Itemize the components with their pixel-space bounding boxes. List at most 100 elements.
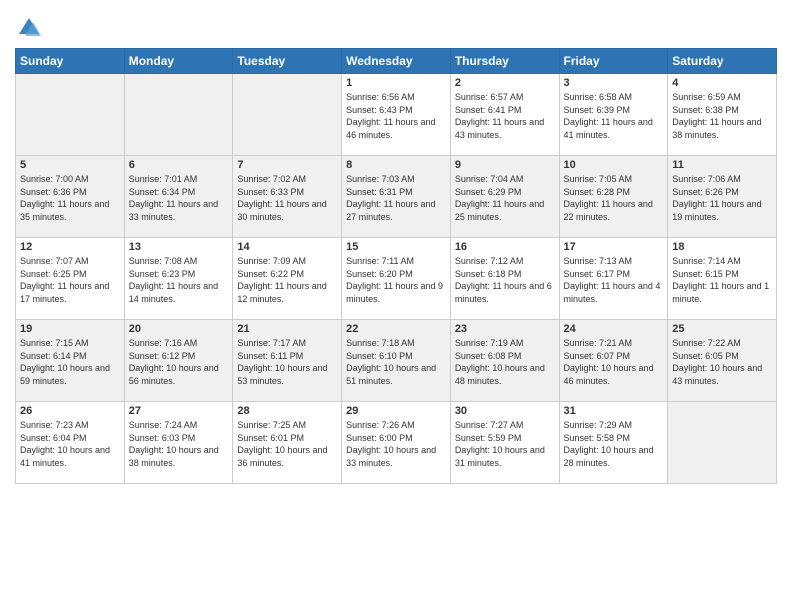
calendar-week-2: 5 Sunrise: 7:00 AM Sunset: 6:36 PM Daylig… — [16, 156, 777, 238]
calendar-cell: 21Sunrise: 7:17 AM Sunset: 6:11 PM Dayli… — [233, 320, 342, 402]
day-info: Sunrise: 6:56 AM Sunset: 6:43 PM Dayligh… — [346, 91, 446, 141]
header — [15, 10, 777, 42]
day-info: Sunrise: 7:00 AM Sunset: 6:36 PM Dayligh… — [20, 173, 120, 223]
calendar-cell: 6 Sunrise: 7:01 AM Sunset: 6:34 PM Daylig… — [124, 156, 233, 238]
day-number: 27 — [129, 405, 229, 417]
day-info: Sunrise: 7:25 AM Sunset: 6:01 PM Dayligh… — [237, 419, 337, 469]
day-number: 26 — [20, 405, 120, 417]
day-info: Sunrise: 7:03 AM Sunset: 6:31 PM Dayligh… — [346, 173, 446, 223]
day-number: 9 — [455, 159, 555, 171]
calendar-cell: 23Sunrise: 7:19 AM Sunset: 6:08 PM Dayli… — [450, 320, 559, 402]
calendar-cell: 7 Sunrise: 7:02 AM Sunset: 6:33 PM Daylig… — [233, 156, 342, 238]
calendar-cell: 28Sunrise: 7:25 AM Sunset: 6:01 PM Dayli… — [233, 402, 342, 484]
day-number: 3 — [564, 77, 664, 89]
calendar-week-5: 26 Sunrise: 7:23 AM Sunset: 6:04 PM Dayli… — [16, 402, 777, 484]
day-info: Sunrise: 7:09 AM Sunset: 6:22 PM Dayligh… — [237, 255, 337, 305]
calendar-cell: 17 Sunrise: 7:13 AM Sunset: 6:17 PM Dayli… — [559, 238, 668, 320]
calendar-week-3: 12 Sunrise: 7:07 AM Sunset: 6:25 PM Dayli… — [16, 238, 777, 320]
calendar-cell: 22Sunrise: 7:18 AM Sunset: 6:10 PM Dayli… — [342, 320, 451, 402]
day-number: 5 — [20, 159, 120, 171]
day-number: 19 — [20, 323, 120, 335]
calendar-cell: 11 Sunrise: 7:06 AM Sunset: 6:26 PM Dayli… — [668, 156, 777, 238]
day-info: Sunrise: 7:15 AM Sunset: 6:14 PM Dayligh… — [20, 337, 120, 387]
calendar-cell — [124, 74, 233, 156]
calendar-cell: 29 Sunrise: 7:26 AM Sunset: 6:00 PM Dayli… — [342, 402, 451, 484]
calendar-cell: 2Sunrise: 6:57 AM Sunset: 6:41 PM Daylig… — [450, 74, 559, 156]
day-number: 11 — [672, 159, 772, 171]
day-number: 12 — [20, 241, 120, 253]
calendar-cell — [233, 74, 342, 156]
day-number: 16 — [455, 241, 555, 253]
day-info: Sunrise: 7:06 AM Sunset: 6:26 PM Dayligh… — [672, 173, 772, 223]
day-number: 7 — [237, 159, 337, 171]
day-number: 31 — [564, 405, 664, 417]
calendar-cell: 12 Sunrise: 7:07 AM Sunset: 6:25 PM Dayli… — [16, 238, 125, 320]
page: SundayMondayTuesdayWednesdayThursdayFrid… — [0, 0, 792, 612]
day-info: Sunrise: 7:17 AM Sunset: 6:11 PM Dayligh… — [237, 337, 337, 387]
day-number: 23 — [455, 323, 555, 335]
day-info: Sunrise: 6:58 AM Sunset: 6:39 PM Dayligh… — [564, 91, 664, 141]
day-info: Sunrise: 7:02 AM Sunset: 6:33 PM Dayligh… — [237, 173, 337, 223]
col-header-sunday: Sunday — [16, 49, 125, 74]
calendar-cell — [668, 402, 777, 484]
col-header-wednesday: Wednesday — [342, 49, 451, 74]
calendar-cell: 8 Sunrise: 7:03 AM Sunset: 6:31 PM Daylig… — [342, 156, 451, 238]
day-number: 17 — [564, 241, 664, 253]
calendar-cell: 13Sunrise: 7:08 AM Sunset: 6:23 PM Dayli… — [124, 238, 233, 320]
day-number: 20 — [129, 323, 229, 335]
day-info: Sunrise: 7:27 AM Sunset: 5:59 PM Dayligh… — [455, 419, 555, 469]
day-info: Sunrise: 7:11 AM Sunset: 6:20 PM Dayligh… — [346, 255, 446, 305]
calendar-cell: 1 Sunrise: 6:56 AM Sunset: 6:43 PM Daylig… — [342, 74, 451, 156]
calendar-cell: 16 Sunrise: 7:12 AM Sunset: 6:18 PM Dayli… — [450, 238, 559, 320]
day-info: Sunrise: 7:14 AM Sunset: 6:15 PM Dayligh… — [672, 255, 772, 305]
day-number: 29 — [346, 405, 446, 417]
day-info: Sunrise: 7:01 AM Sunset: 6:34 PM Dayligh… — [129, 173, 229, 223]
day-number: 24 — [564, 323, 664, 335]
col-header-thursday: Thursday — [450, 49, 559, 74]
day-info: Sunrise: 7:07 AM Sunset: 6:25 PM Dayligh… — [20, 255, 120, 305]
calendar-week-1: 1 Sunrise: 6:56 AM Sunset: 6:43 PM Daylig… — [16, 74, 777, 156]
day-info: Sunrise: 7:05 AM Sunset: 6:28 PM Dayligh… — [564, 173, 664, 223]
day-info: Sunrise: 7:26 AM Sunset: 6:00 PM Dayligh… — [346, 419, 446, 469]
calendar-cell: 24 Sunrise: 7:21 AM Sunset: 6:07 PM Dayli… — [559, 320, 668, 402]
day-info: Sunrise: 7:16 AM Sunset: 6:12 PM Dayligh… — [129, 337, 229, 387]
logo — [15, 14, 47, 42]
calendar-cell: 18 Sunrise: 7:14 AM Sunset: 6:15 PM Dayli… — [668, 238, 777, 320]
calendar-header-row: SundayMondayTuesdayWednesdayThursdayFrid… — [16, 49, 777, 74]
calendar-cell: 27 Sunrise: 7:24 AM Sunset: 6:03 PM Dayli… — [124, 402, 233, 484]
day-info: Sunrise: 7:08 AM Sunset: 6:23 PM Dayligh… — [129, 255, 229, 305]
col-header-monday: Monday — [124, 49, 233, 74]
day-info: Sunrise: 7:24 AM Sunset: 6:03 PM Dayligh… — [129, 419, 229, 469]
day-number: 1 — [346, 77, 446, 89]
calendar-cell: 15 Sunrise: 7:11 AM Sunset: 6:20 PM Dayli… — [342, 238, 451, 320]
calendar-cell: 31 Sunrise: 7:29 AM Sunset: 5:58 PM Dayli… — [559, 402, 668, 484]
day-info: Sunrise: 6:59 AM Sunset: 6:38 PM Dayligh… — [672, 91, 772, 141]
day-info: Sunrise: 7:21 AM Sunset: 6:07 PM Dayligh… — [564, 337, 664, 387]
day-info: Sunrise: 7:18 AM Sunset: 6:10 PM Dayligh… — [346, 337, 446, 387]
calendar-cell: 25Sunrise: 7:22 AM Sunset: 6:05 PM Dayli… — [668, 320, 777, 402]
day-number: 18 — [672, 241, 772, 253]
day-info: Sunrise: 7:13 AM Sunset: 6:17 PM Dayligh… — [564, 255, 664, 305]
col-header-saturday: Saturday — [668, 49, 777, 74]
day-info: Sunrise: 7:22 AM Sunset: 6:05 PM Dayligh… — [672, 337, 772, 387]
calendar-week-4: 19 Sunrise: 7:15 AM Sunset: 6:14 PM Dayli… — [16, 320, 777, 402]
col-header-friday: Friday — [559, 49, 668, 74]
day-number: 6 — [129, 159, 229, 171]
calendar-cell: 4Sunrise: 6:59 AM Sunset: 6:38 PM Daylig… — [668, 74, 777, 156]
day-number: 10 — [564, 159, 664, 171]
day-info: Sunrise: 7:12 AM Sunset: 6:18 PM Dayligh… — [455, 255, 555, 305]
col-header-tuesday: Tuesday — [233, 49, 342, 74]
calendar-cell: 14Sunrise: 7:09 AM Sunset: 6:22 PM Dayli… — [233, 238, 342, 320]
day-info: Sunrise: 7:29 AM Sunset: 5:58 PM Dayligh… — [564, 419, 664, 469]
day-info: Sunrise: 6:57 AM Sunset: 6:41 PM Dayligh… — [455, 91, 555, 141]
day-info: Sunrise: 7:23 AM Sunset: 6:04 PM Dayligh… — [20, 419, 120, 469]
logo-icon — [15, 14, 43, 42]
calendar-cell: 10 Sunrise: 7:05 AM Sunset: 6:28 PM Dayli… — [559, 156, 668, 238]
calendar-cell: 3 Sunrise: 6:58 AM Sunset: 6:39 PM Daylig… — [559, 74, 668, 156]
day-number: 15 — [346, 241, 446, 253]
day-number: 8 — [346, 159, 446, 171]
calendar-cell: 19 Sunrise: 7:15 AM Sunset: 6:14 PM Dayli… — [16, 320, 125, 402]
calendar-table: SundayMondayTuesdayWednesdayThursdayFrid… — [15, 48, 777, 484]
day-info: Sunrise: 7:04 AM Sunset: 6:29 PM Dayligh… — [455, 173, 555, 223]
calendar-cell: 26 Sunrise: 7:23 AM Sunset: 6:04 PM Dayli… — [16, 402, 125, 484]
